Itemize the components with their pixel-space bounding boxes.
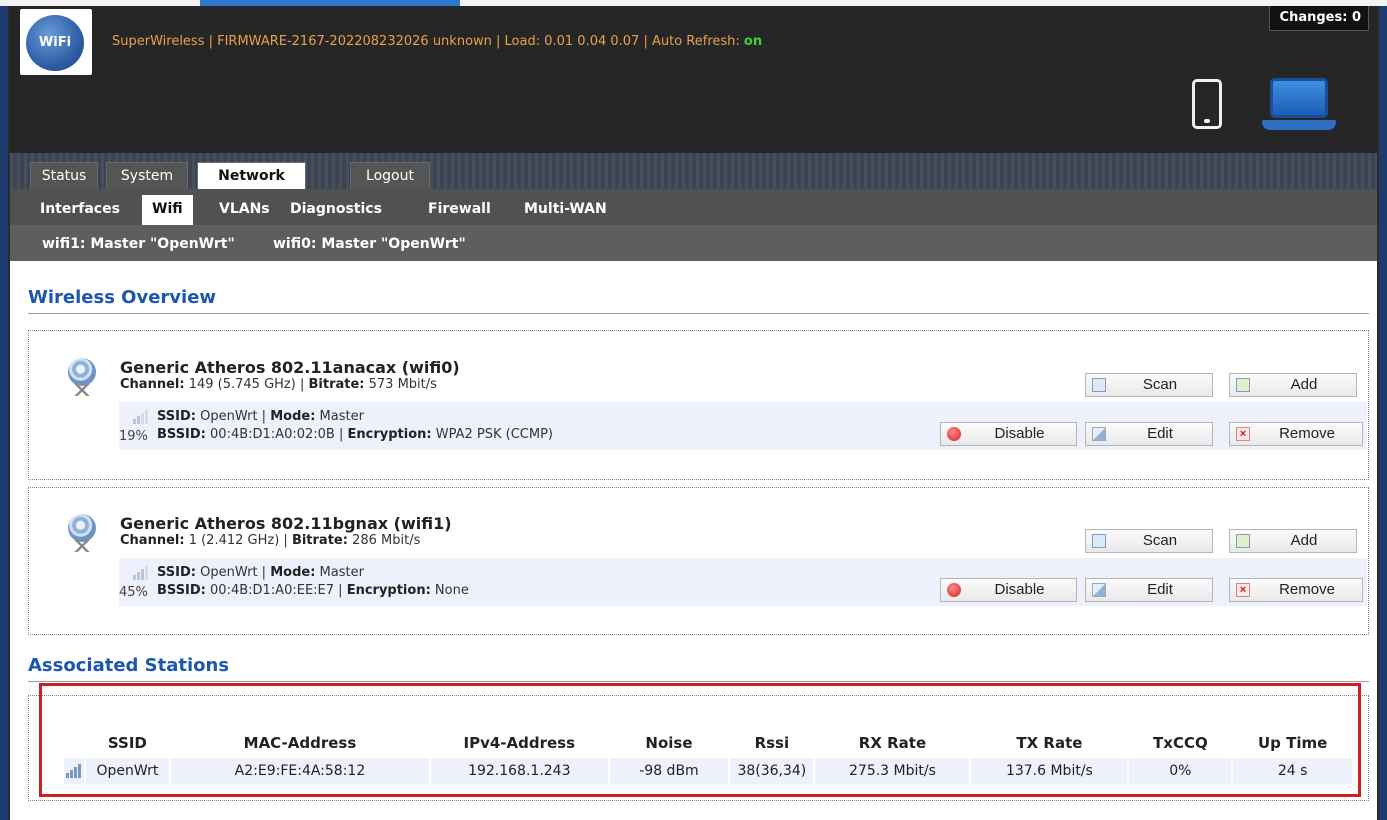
wifi1-device-name: Generic Atheros 802.11bgnax (wifi1) — [120, 514, 452, 533]
radio-icon — [62, 358, 102, 398]
laptop-screen — [1270, 78, 1328, 118]
system-info: SuperWireless | FIRMWARE-2167-2022082320… — [112, 34, 762, 49]
tab-diagnostics[interactable]: Diagnostics — [280, 195, 392, 225]
wifi0-channel-info: Channel: 149 (5.745 GHz) | Bitrate: 573 … — [120, 377, 437, 392]
page-frame: WiFi SuperWireless | FIRMWARE-2167-20220… — [8, 6, 1379, 820]
wifi0-network-row: 19% SSID: OpenWrt | Mode: Master BSSID: … — [119, 402, 939, 450]
signal-icon — [133, 410, 149, 424]
signal-icon — [133, 566, 149, 580]
wireless-overview-rule — [28, 313, 1369, 314]
wifi0-bssid-encryption: BSSID: 00:4B:D1:A0:02:0B | Encryption: W… — [157, 427, 553, 442]
changes-counter[interactable]: Changes: 0 — [1268, 6, 1369, 31]
wifi1-network-row: 45% SSID: OpenWrt | Mode: Master BSSID: … — [119, 558, 939, 606]
tab-logout[interactable]: Logout — [350, 162, 430, 189]
disable-icon — [947, 583, 961, 597]
edit-icon — [1092, 583, 1106, 597]
wifi-device-nav: wifi1: Master "OpenWrt" wifi0: Master "O… — [10, 225, 1377, 261]
system-info-text: SuperWireless | FIRMWARE-2167-2022082320… — [112, 34, 744, 49]
wifi0-remove-button[interactable]: × Remove — [1229, 422, 1363, 446]
wifi0-edit-button[interactable]: Edit — [1085, 422, 1213, 446]
wireless-overview-title: Wireless Overview — [28, 287, 217, 308]
associated-stations-rule — [28, 681, 1369, 682]
associated-stations-title: Associated Stations — [28, 655, 230, 676]
remove-icon: × — [1236, 427, 1250, 441]
tab-wifi0[interactable]: wifi0: Master "OpenWrt" — [273, 233, 466, 255]
desktop-view-icon[interactable] — [1262, 78, 1336, 134]
tab-wifi[interactable]: Wifi — [142, 195, 193, 225]
wifi0-device-name: Generic Atheros 802.11anacax (wifi0) — [120, 358, 460, 377]
tab-network[interactable]: Network — [197, 162, 306, 189]
wifi1-remove-button[interactable]: × Remove — [1229, 578, 1363, 602]
edit-icon — [1092, 427, 1106, 441]
tab-wifi1[interactable]: wifi1: Master "OpenWrt" — [42, 233, 235, 255]
add-icon — [1236, 378, 1250, 392]
tab-system[interactable]: System — [106, 162, 188, 189]
laptop-base — [1262, 120, 1336, 130]
tab-interfaces[interactable]: Interfaces — [30, 195, 130, 225]
wifi0-add-button[interactable]: Add — [1229, 373, 1357, 397]
scan-icon — [1092, 534, 1106, 548]
remove-icon: × — [1236, 583, 1250, 597]
wifi1-panel: Generic Atheros 802.11bgnax (wifi1) Chan… — [28, 487, 1369, 635]
tab-multi-wan[interactable]: Multi-WAN — [514, 195, 617, 225]
wifi1-signal-percent: 45% — [119, 585, 148, 600]
wifi1-ssid-mode: SSID: OpenWrt | Mode: Master — [157, 565, 364, 580]
radio-icon — [62, 514, 102, 554]
wifi-logo-icon: WiFi — [26, 15, 84, 71]
wifi0-disable-button[interactable]: Disable — [940, 422, 1077, 446]
wifi1-bssid-encryption: BSSID: 00:4B:D1:A0:EE:E7 | Encryption: N… — [157, 583, 469, 598]
wifi0-scan-button[interactable]: Scan — [1085, 373, 1213, 397]
tab-status[interactable]: Status — [30, 162, 98, 189]
main-nav: Status System Network Logout — [10, 153, 1377, 189]
disable-icon — [947, 427, 961, 441]
wifi1-scan-button[interactable]: Scan — [1085, 529, 1213, 553]
highlight-box — [39, 683, 1361, 797]
wifi0-signal-percent: 19% — [119, 429, 148, 444]
scan-icon — [1092, 378, 1106, 392]
wifi1-add-button[interactable]: Add — [1229, 529, 1357, 553]
auto-refresh-toggle[interactable]: on — [744, 34, 762, 49]
network-subnav: Interfaces Wifi VLANs Diagnostics Firewa… — [10, 189, 1377, 225]
tab-firewall[interactable]: Firewall — [418, 195, 501, 225]
wifi1-disable-button[interactable]: Disable — [940, 578, 1077, 602]
wifi-logo: WiFi — [20, 9, 92, 75]
add-icon — [1236, 534, 1250, 548]
tab-vlans[interactable]: VLANs — [209, 195, 280, 225]
wifi1-edit-button[interactable]: Edit — [1085, 578, 1213, 602]
header-bar: WiFi SuperWireless | FIRMWARE-2167-20220… — [10, 6, 1377, 153]
wifi0-ssid-mode: SSID: OpenWrt | Mode: Master — [157, 409, 364, 424]
wifi1-channel-info: Channel: 1 (2.412 GHz) | Bitrate: 286 Mb… — [120, 533, 421, 548]
wifi0-panel: Generic Atheros 802.11anacax (wifi0) Cha… — [28, 330, 1369, 480]
mobile-view-icon[interactable] — [1192, 79, 1222, 129]
